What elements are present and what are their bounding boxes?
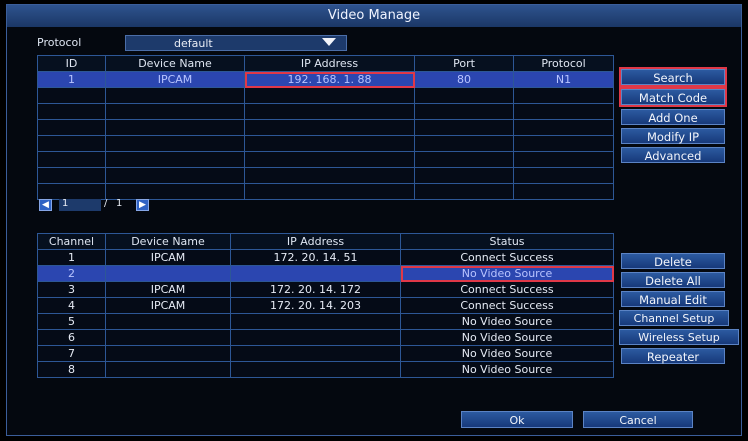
cell-status: No Video Source: [400, 265, 614, 282]
prev-page-button[interactable]: ◀: [39, 199, 52, 211]
wireless-setup-button[interactable]: Wireless Setup: [619, 329, 739, 345]
cell-channel: 8: [37, 361, 106, 378]
cell-protocol: N1: [513, 71, 614, 88]
table-row-empty[interactable]: [37, 151, 614, 168]
table-row[interactable]: 4 IPCAM 172. 20. 14. 203 Connect Success: [37, 297, 614, 314]
cell-channel: 3: [37, 281, 106, 298]
table-row[interactable]: 1 IPCAM 172. 20. 14. 51 Connect Success: [37, 249, 614, 266]
cell-ip-address: [230, 265, 401, 282]
cell-device-name: IPCAM: [105, 249, 231, 266]
cell-device-name: [105, 265, 231, 282]
total-pages: 1: [116, 198, 123, 209]
cell-id: 1: [37, 71, 106, 88]
table-row[interactable]: 6 No Video Source: [37, 329, 614, 346]
cell-status: Connect Success: [400, 249, 614, 266]
cell-channel: 2: [37, 265, 106, 282]
match-code-button[interactable]: Match Code: [619, 87, 727, 107]
cell-ip-address: 192. 168. 1. 88: [244, 71, 415, 88]
dialog-title: Video Manage: [7, 5, 741, 27]
cell-channel: 6: [37, 329, 106, 346]
cell-ip-address: 172. 20. 14. 172: [230, 281, 401, 298]
advanced-button[interactable]: Advanced: [621, 147, 725, 163]
cell-channel: 7: [37, 345, 106, 362]
video-manage-dialog: Video Manage Protocol default ID Device …: [6, 4, 742, 436]
cell-device-name: IPCAM: [105, 281, 231, 298]
column-header-device-name: Device Name: [105, 233, 231, 250]
channel-table: Channel Device Name IP Address Status 1 …: [37, 233, 614, 378]
chevron-down-icon: [322, 38, 336, 46]
cell-status: No Video Source: [400, 329, 614, 346]
cell-device-name: [105, 313, 231, 330]
cell-channel: 1: [37, 249, 106, 266]
current-page: 1: [62, 198, 69, 209]
search-results-table: ID Device Name IP Address Port Protocol …: [37, 55, 614, 200]
table-row[interactable]: 7 No Video Source: [37, 345, 614, 362]
cell-port: 80: [414, 71, 514, 88]
cell-device-name: [105, 361, 231, 378]
cell-status: No Video Source: [400, 345, 614, 362]
protocol-label: Protocol: [37, 36, 82, 49]
table-row-empty[interactable]: [37, 119, 614, 136]
next-page-button[interactable]: ▶: [136, 199, 149, 211]
cell-ip-address: [230, 361, 401, 378]
cell-channel: 4: [37, 297, 106, 314]
cell-status: Connect Success: [400, 297, 614, 314]
column-header-ip-address: IP Address: [230, 233, 401, 250]
cancel-button[interactable]: Cancel: [583, 411, 693, 428]
table-row[interactable]: 1 IPCAM 192. 168. 1. 88 80 N1: [37, 71, 614, 88]
cell-ip-address: 172. 20. 14. 203: [230, 297, 401, 314]
cell-status: No Video Source: [400, 361, 614, 378]
table-row[interactable]: 2 No Video Source: [37, 265, 614, 282]
repeater-button[interactable]: Repeater: [621, 348, 725, 364]
search-table-header: ID Device Name IP Address Port Protocol: [37, 55, 614, 72]
protocol-select[interactable]: default: [125, 35, 347, 51]
delete-all-button[interactable]: Delete All: [621, 272, 725, 288]
cell-device-name: IPCAM: [105, 297, 231, 314]
channel-setup-button[interactable]: Channel Setup: [619, 310, 729, 326]
table-row[interactable]: 8 No Video Source: [37, 361, 614, 378]
cell-status: Connect Success: [400, 281, 614, 298]
channel-table-header: Channel Device Name IP Address Status: [37, 233, 614, 250]
column-header-channel: Channel: [37, 233, 106, 250]
chevron-left-icon: ◀: [42, 200, 49, 210]
column-header-ip-address: IP Address: [244, 55, 415, 72]
table-row-empty[interactable]: [37, 135, 614, 152]
cell-ip-address: 172. 20. 14. 51: [230, 249, 401, 266]
table-row-empty[interactable]: [37, 183, 614, 200]
column-header-device-name: Device Name: [105, 55, 245, 72]
search-button[interactable]: Search: [619, 67, 727, 87]
table-row[interactable]: 3 IPCAM 172. 20. 14. 172 Connect Success: [37, 281, 614, 298]
table-row-empty[interactable]: [37, 87, 614, 104]
column-header-id: ID: [37, 55, 106, 72]
page-separator: /: [104, 198, 108, 209]
add-one-button[interactable]: Add One: [621, 109, 725, 125]
cell-device-name: [105, 345, 231, 362]
modify-ip-button[interactable]: Modify IP: [621, 128, 725, 144]
cell-ip-address: [230, 313, 401, 330]
cell-device-name: IPCAM: [105, 71, 245, 88]
ok-button[interactable]: Ok: [461, 411, 573, 428]
column-header-port: Port: [414, 55, 514, 72]
delete-button[interactable]: Delete: [621, 253, 725, 269]
cell-ip-address: [230, 329, 401, 346]
column-header-status: Status: [400, 233, 614, 250]
table-row-empty[interactable]: [37, 103, 614, 120]
cell-channel: 5: [37, 313, 106, 330]
cell-device-name: [105, 329, 231, 346]
table-row[interactable]: 5 No Video Source: [37, 313, 614, 330]
column-header-protocol: Protocol: [513, 55, 614, 72]
protocol-selected-value: default: [174, 37, 213, 50]
manual-edit-button[interactable]: Manual Edit: [621, 291, 725, 307]
chevron-right-icon: ▶: [139, 200, 146, 210]
cell-status: No Video Source: [400, 313, 614, 330]
table-row-empty[interactable]: [37, 167, 614, 184]
cell-ip-address: [230, 345, 401, 362]
